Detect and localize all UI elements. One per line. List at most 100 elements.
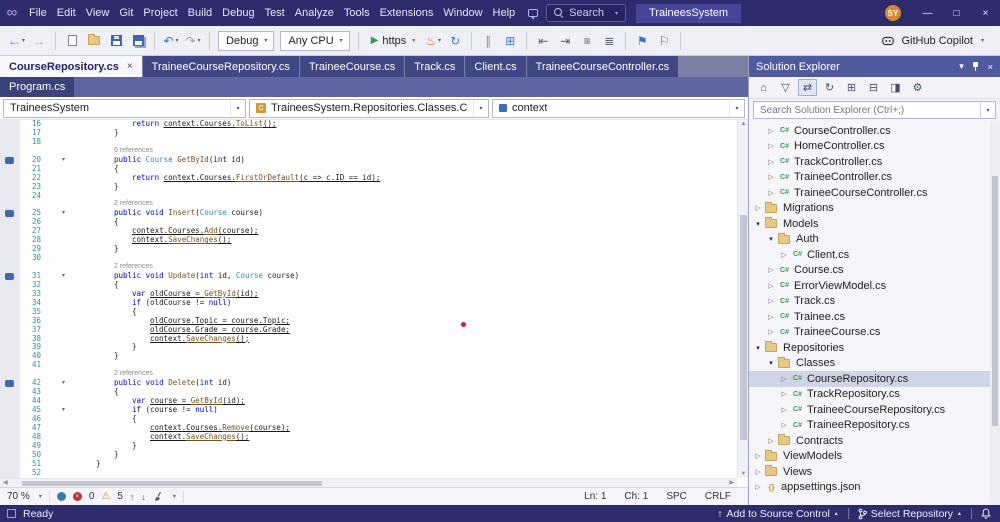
outline-margin[interactable] bbox=[44, 424, 78, 433]
outline-margin[interactable] bbox=[44, 415, 78, 424]
indicator-margin[interactable] bbox=[0, 146, 20, 156]
start-debug-button[interactable]: ▶ https ▾ bbox=[365, 35, 422, 47]
navigate-back-icon[interactable]: ← ▾ bbox=[6, 30, 27, 52]
menu-file[interactable]: File bbox=[24, 0, 52, 26]
indicator-margin[interactable] bbox=[0, 289, 20, 299]
tree-item-traineerepository-cs[interactable]: ▷ C# TraineeRepository.cs bbox=[749, 418, 1000, 434]
tree-item-appsettings-json[interactable]: ▷ {} appsettings.json bbox=[749, 480, 1000, 496]
line-indicator[interactable]: Ln: 1 bbox=[584, 491, 606, 502]
expanded-arrow-icon[interactable]: ▾ bbox=[752, 344, 764, 352]
outline-margin[interactable] bbox=[44, 174, 78, 183]
warning-count[interactable]: 5 bbox=[117, 491, 123, 502]
tab-courserepository-cs[interactable]: CourseRepository.cs × bbox=[0, 56, 142, 77]
tree-item-traineecoursecontroller-cs[interactable]: ▷ C# TraineeCourseController.cs bbox=[749, 185, 1000, 201]
indicator-margin[interactable] bbox=[0, 441, 20, 451]
uncomment-icon[interactable]: ≣ bbox=[599, 30, 619, 52]
indicator-margin[interactable] bbox=[0, 325, 20, 335]
refresh-icon[interactable]: ↻ bbox=[820, 79, 839, 96]
indicator-margin[interactable] bbox=[0, 173, 20, 183]
menu-window[interactable]: Window bbox=[438, 0, 487, 26]
collapsed-arrow-icon[interactable]: ▷ bbox=[752, 452, 764, 460]
collapsed-arrow-icon[interactable]: ▷ bbox=[778, 375, 790, 383]
project-dropdown[interactable]: TraineesSystem ▾ bbox=[3, 98, 246, 118]
outline-margin[interactable] bbox=[44, 227, 78, 236]
collapsed-arrow-icon[interactable]: ▷ bbox=[752, 483, 764, 491]
chevron-down-icon[interactable]: ▾ bbox=[980, 102, 995, 118]
outline-margin[interactable] bbox=[44, 236, 78, 245]
outline-margin[interactable] bbox=[44, 352, 78, 361]
menu-edit[interactable]: Edit bbox=[52, 0, 81, 26]
outline-margin[interactable]: ▾ bbox=[44, 406, 78, 415]
indicator-margin[interactable] bbox=[0, 280, 20, 290]
tree-item-viewmodels[interactable]: ▷ ViewModels bbox=[749, 449, 1000, 465]
indicator-margin[interactable] bbox=[0, 209, 20, 219]
restart-icon[interactable]: ↻ bbox=[445, 30, 465, 52]
tree-item-traineecourse-cs[interactable]: ▷ C# TraineeCourse.cs bbox=[749, 325, 1000, 341]
collapse-all-icon[interactable]: ⊟ bbox=[864, 79, 883, 96]
close-icon[interactable]: × bbox=[988, 62, 993, 72]
collapsed-arrow-icon[interactable]: ▷ bbox=[765, 297, 777, 305]
tree-item-models[interactable]: ▾ Models bbox=[749, 216, 1000, 232]
expanded-arrow-icon[interactable]: ▾ bbox=[752, 220, 764, 228]
line-ending-indicator[interactable]: CRLF bbox=[705, 491, 731, 502]
menu-tools[interactable]: Tools bbox=[339, 0, 375, 26]
indicator-margin[interactable] bbox=[0, 370, 20, 380]
comment-icon[interactable]: ≡ bbox=[577, 30, 597, 52]
indicator-margin[interactable] bbox=[0, 245, 20, 255]
collapse-chevron-icon[interactable]: ▾ bbox=[62, 209, 65, 218]
indicator-margin[interactable] bbox=[0, 379, 20, 389]
indicator-margin[interactable] bbox=[0, 388, 20, 398]
menu-view[interactable]: View bbox=[81, 0, 115, 26]
avatar[interactable]: SY bbox=[885, 5, 901, 21]
collapsed-arrow-icon[interactable]: ▷ bbox=[765, 328, 777, 336]
menu-test[interactable]: Test bbox=[260, 0, 290, 26]
outline-margin[interactable] bbox=[44, 281, 78, 290]
feedback-icon[interactable] bbox=[528, 9, 539, 20]
outline-margin[interactable] bbox=[44, 469, 78, 478]
outline-margin[interactable] bbox=[44, 370, 78, 379]
outline-margin[interactable] bbox=[44, 460, 78, 469]
close-icon[interactable]: × bbox=[127, 61, 133, 72]
tree-item-migrations[interactable]: ▷ Migrations bbox=[749, 201, 1000, 217]
tree-item-trackrepository-cs[interactable]: ▷ C# TrackRepository.cs bbox=[749, 387, 1000, 403]
indentation-indicator[interactable]: SPC bbox=[666, 491, 687, 502]
tree-item-courserepository-cs[interactable]: ▷ C# CourseRepository.cs bbox=[749, 371, 1000, 387]
redo-icon[interactable]: ↷ ▾ bbox=[183, 30, 203, 52]
tab-traineecourserepository-cs[interactable]: TraineeCourseRepository.cs bbox=[142, 56, 299, 77]
outline-margin[interactable] bbox=[44, 290, 78, 299]
tree-item-repositories[interactable]: ▾ Repositories bbox=[749, 340, 1000, 356]
tab-traineecourse-cs[interactable]: TraineeCourse.cs bbox=[299, 56, 405, 77]
indicator-margin[interactable] bbox=[0, 263, 20, 272]
indicator-margin[interactable] bbox=[0, 468, 20, 478]
outline-margin[interactable] bbox=[44, 147, 78, 156]
add-to-source-control-button[interactable]: ↑ Add to Source Control ▲ bbox=[708, 505, 848, 522]
collapsed-arrow-icon[interactable]: ▷ bbox=[778, 421, 790, 429]
indent-increase-icon[interactable]: ⇥ bbox=[555, 30, 575, 52]
new-file-icon[interactable] bbox=[62, 30, 82, 52]
bookmark-list-icon[interactable]: ⚐ bbox=[654, 30, 674, 52]
indicator-margin[interactable] bbox=[0, 406, 20, 415]
outline-margin[interactable] bbox=[44, 326, 78, 335]
tree-item-course-cs[interactable]: ▷ C# Course.cs bbox=[749, 263, 1000, 279]
indicator-margin[interactable] bbox=[0, 236, 20, 246]
tree-item-coursecontroller-cs[interactable]: ▷ C# CourseController.cs bbox=[749, 123, 1000, 139]
indicator-margin[interactable] bbox=[0, 432, 20, 442]
tree-item-client-cs[interactable]: ▷ C# Client.cs bbox=[749, 247, 1000, 263]
indicator-margin[interactable] bbox=[0, 423, 20, 433]
outline-margin[interactable] bbox=[44, 335, 78, 344]
collapsed-arrow-icon[interactable]: ▷ bbox=[765, 266, 777, 274]
close-button[interactable]: × bbox=[971, 0, 1000, 26]
indicator-margin[interactable] bbox=[0, 414, 20, 424]
outline-margin[interactable]: ▾ bbox=[44, 379, 78, 388]
code-cleanup-icon[interactable] bbox=[153, 491, 164, 502]
outline-margin[interactable]: ▾ bbox=[44, 272, 78, 281]
tree-item-classes[interactable]: ▾ Classes bbox=[749, 356, 1000, 372]
bookmark-toggle-icon[interactable]: ⚑ bbox=[632, 30, 652, 52]
tree-item-trackcontroller-cs[interactable]: ▷ C# TrackController.cs bbox=[749, 154, 1000, 170]
break-all-icon[interactable]: ∥ bbox=[478, 30, 498, 52]
hot-reload-icon[interactable]: ♨ ▾ bbox=[423, 30, 443, 52]
next-issue-icon[interactable]: ↓ bbox=[141, 492, 146, 502]
tree-item-traineecontroller-cs[interactable]: ▷ C# TraineeController.cs bbox=[749, 170, 1000, 186]
maximize-button[interactable]: □ bbox=[942, 0, 971, 26]
editor-vertical-scrollbar[interactable]: ▲ ▼ bbox=[737, 120, 748, 478]
